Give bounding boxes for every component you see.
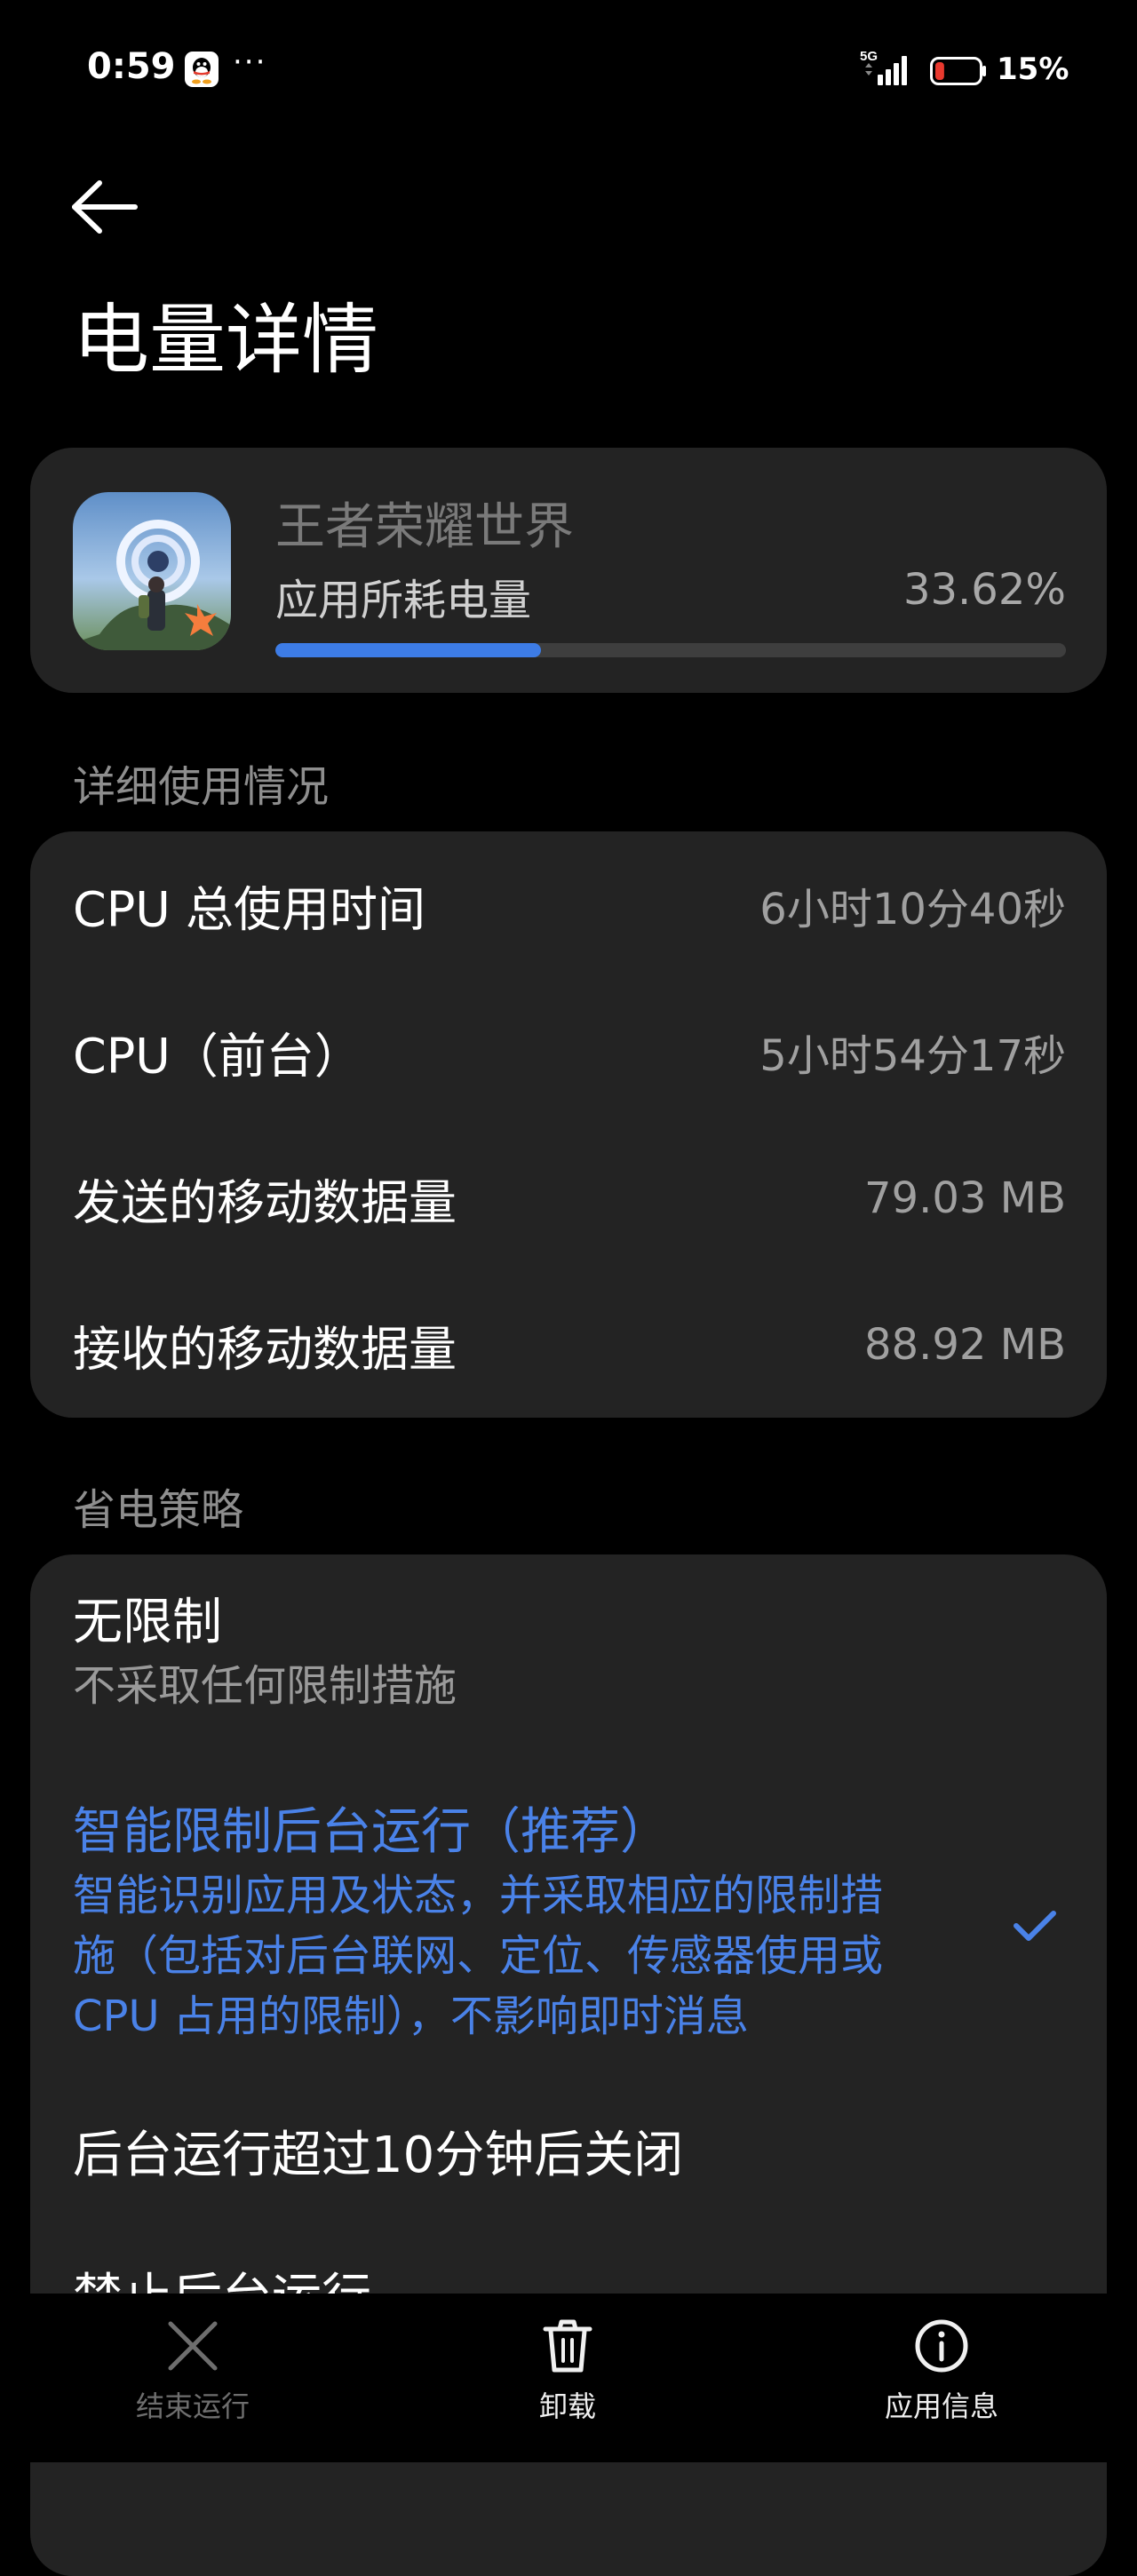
app-name: 王者荣耀世界	[275, 498, 574, 556]
status-bar: 0:59 ··· 5G 15%	[0, 0, 1137, 142]
app-info-label: 应用信息	[884, 2389, 998, 2423]
qq-icon	[185, 52, 219, 87]
detail-row-data-sent: 发送的移动数据量 79.03 MB	[30, 1125, 1107, 1271]
detail-label: CPU 总使用时间	[73, 881, 425, 937]
usage-progress-bar	[275, 643, 1066, 657]
detail-value: 6小时10分40秒	[759, 884, 1066, 934]
detail-row-cpu-total: CPU 总使用时间 6小时10分40秒	[30, 831, 1107, 978]
policy-option-description-line: CPU 占用的限制），不影响即时消息	[73, 1992, 749, 2041]
battery-icon	[930, 57, 987, 85]
policy-option-description-line: 智能识别应用及状态，并采取相应的限制措	[73, 1871, 884, 1920]
detail-label: CPU（前台）	[73, 1028, 362, 1084]
detail-value: 5小时54分17秒	[759, 1030, 1066, 1081]
policy-option-description-line: 施（包括对后台联网、定位、传感器使用或	[73, 1931, 884, 1981]
detail-value: 79.03 MB	[863, 1173, 1066, 1223]
info-icon	[915, 2319, 968, 2373]
network-type-label: 5G	[860, 49, 878, 64]
check-icon	[1014, 1911, 1056, 1941]
bottom-action-bar: 结束运行 卸载 应用信息	[0, 2294, 1137, 2462]
policy-option-title: 无限制	[73, 1594, 222, 1651]
app-power-card: 王者荣耀世界 应用所耗电量 33.62%	[30, 448, 1107, 693]
policy-option-title: 智能限制后台运行（推荐）	[73, 1803, 670, 1861]
policy-option-close-after-10min[interactable]: 后台运行超过10分钟后关闭	[73, 2123, 1006, 2189]
more-dots-icon: ···	[233, 44, 267, 80]
policy-option-smart-restrict[interactable]: 智能限制后台运行（推荐） 智能识别应用及状态，并采取相应的限制措 施（包括对后台…	[73, 1800, 1006, 2047]
force-stop-button[interactable]: 结束运行	[104, 2318, 282, 2425]
signal-5g-icon: 5G	[860, 48, 913, 89]
page-title: 电量详情	[73, 296, 378, 385]
details-card: CPU 总使用时间 6小时10分40秒 CPU（前台） 5小时54分17秒 发送…	[30, 831, 1107, 1418]
app-usage-label: 应用所耗电量	[275, 576, 532, 625]
app-icon	[73, 492, 231, 650]
policy-option-unrestricted[interactable]: 无限制 不采取任何限制措施	[73, 1590, 1006, 1716]
close-icon	[168, 2321, 218, 2371]
policy-option-title: 后台运行超过10分钟后关闭	[73, 2127, 684, 2184]
detail-label: 接收的移动数据量	[73, 1321, 457, 1377]
uninstall-button[interactable]: 卸载	[479, 2318, 656, 2425]
policy-section-label: 省电策略	[73, 1485, 244, 1535]
status-time: 0:59	[87, 46, 176, 87]
arrow-left-icon	[72, 180, 138, 234]
detail-row-data-received: 接收的移动数据量 88.92 MB	[30, 1271, 1107, 1418]
detail-value: 88.92 MB	[863, 1319, 1066, 1370]
detail-label: 发送的移动数据量	[73, 1174, 457, 1230]
app-usage-value: 33.62%	[902, 565, 1066, 615]
details-section-label: 详细使用情况	[73, 762, 330, 812]
force-stop-label: 结束运行	[135, 2389, 250, 2423]
detail-row-cpu-foreground: CPU（前台） 5小时54分17秒	[30, 978, 1107, 1125]
usage-progress-fill	[275, 643, 542, 657]
back-button[interactable]	[69, 176, 140, 238]
app-info-button[interactable]: 应用信息	[853, 2318, 1030, 2425]
policy-option-description: 不采取任何限制措施	[73, 1661, 457, 1711]
uninstall-label: 卸载	[538, 2389, 596, 2423]
trash-icon	[543, 2319, 592, 2373]
battery-percent: 15%	[997, 52, 1069, 87]
